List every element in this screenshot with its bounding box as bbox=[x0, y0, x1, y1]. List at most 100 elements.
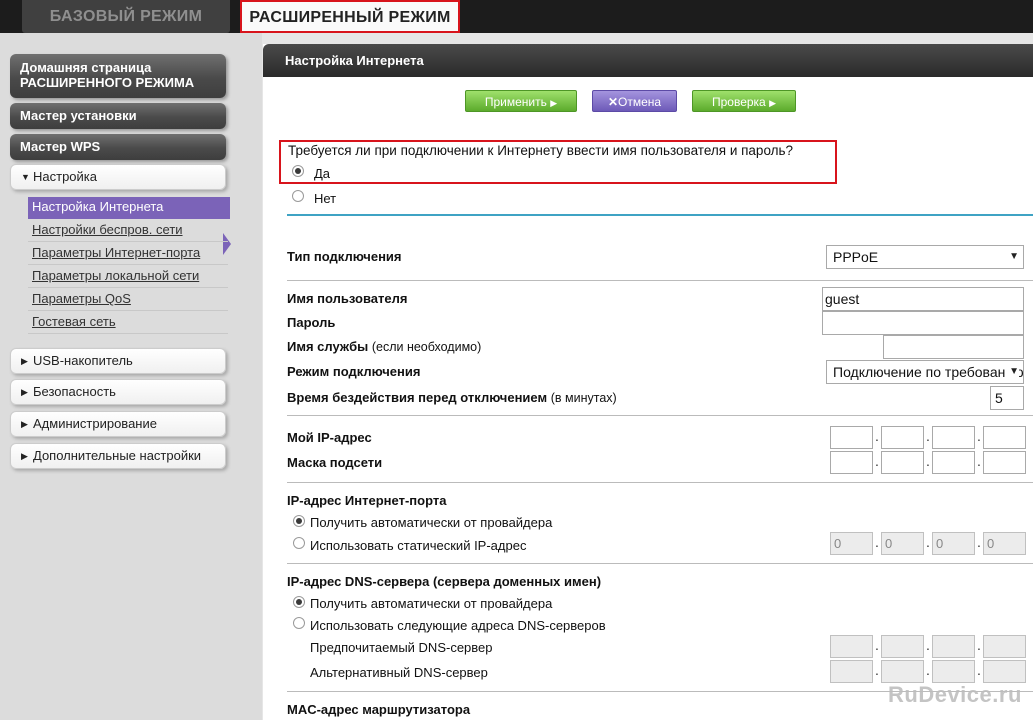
dropdown-arrow-icon: ▼ bbox=[1006, 361, 1019, 383]
cancel-button[interactable]: ✕Отмена bbox=[592, 90, 677, 112]
dot-separator: . bbox=[875, 637, 879, 653]
subnet-octet-3[interactable] bbox=[932, 451, 975, 474]
dot-separator: . bbox=[977, 453, 981, 469]
divider bbox=[287, 415, 1033, 416]
sidebar-item-guest-network[interactable]: Гостевая сеть bbox=[28, 312, 228, 334]
my-ip-octet-2[interactable] bbox=[881, 426, 924, 449]
sidebar-home-line2: РАСШИРЕННОГО РЕЖИМА bbox=[20, 75, 195, 90]
connection-mode-select[interactable]: Подключение по требованию ▼ bbox=[826, 360, 1024, 384]
radio-dns-auto[interactable] bbox=[293, 596, 305, 608]
test-label: Проверка bbox=[711, 95, 766, 109]
idle-timeout-input[interactable]: 5 bbox=[990, 386, 1024, 410]
subnet-octet-1[interactable] bbox=[830, 451, 873, 474]
sidebar-item-internet-port[interactable]: Параметры Интернет-порта bbox=[28, 243, 228, 265]
subnet-mask-label: Маска подсети bbox=[287, 455, 383, 470]
wan-ip-octet-4[interactable]: 0 bbox=[983, 532, 1026, 555]
dot-separator: . bbox=[875, 662, 879, 678]
tab-advanced-mode[interactable]: РАСШИРЕННЫЙ РЕЖИМ bbox=[240, 0, 460, 33]
sidebar-security-button[interactable]: ▶ Безопасность bbox=[10, 379, 226, 405]
divider bbox=[287, 563, 1033, 564]
test-button[interactable]: Проверка ▶ bbox=[692, 90, 796, 112]
dns-alt-octet-3[interactable] bbox=[932, 660, 975, 683]
sidebar-advanced-settings-label: Дополнительные настройки bbox=[33, 448, 202, 463]
connection-type-select[interactable]: PPPoE ▼ bbox=[826, 245, 1024, 269]
dns-primary-octet-4[interactable] bbox=[983, 635, 1026, 658]
sidebar-home-button[interactable]: Домашняя страница РАСШИРЕННОГО РЕЖИМА bbox=[10, 54, 226, 98]
subnet-octet-4[interactable] bbox=[983, 451, 1026, 474]
radio-no-label: Нет bbox=[314, 191, 337, 206]
dropdown-arrow-icon: ▼ bbox=[1006, 246, 1019, 268]
apply-button[interactable]: Применить ▶ bbox=[465, 90, 577, 112]
connection-mode-label: Режим подключения bbox=[287, 364, 421, 379]
triangle-right-icon: ▶ bbox=[21, 451, 28, 461]
service-name-text: Имя службы bbox=[287, 339, 369, 354]
dns-alt-label: Альтернативный DNS-сервер bbox=[310, 665, 488, 680]
wan-ip-auto-label: Получить автоматически от провайдера bbox=[310, 515, 553, 530]
service-name-label: Имя службы (если необходимо) bbox=[287, 339, 481, 354]
username-input[interactable]: guest bbox=[822, 287, 1024, 311]
dns-primary-label: Предпочитаемый DNS-сервер bbox=[310, 640, 493, 655]
subnet-octet-2[interactable] bbox=[881, 451, 924, 474]
sidebar-usb-label: USB-накопитель bbox=[33, 353, 133, 368]
sidebar-item-wireless-settings[interactable]: Настройки беспров. сети bbox=[28, 220, 228, 242]
sidebar-admin-label: Администрирование bbox=[33, 416, 157, 431]
password-input[interactable] bbox=[822, 311, 1024, 335]
wan-ip-octet-3[interactable]: 0 bbox=[932, 532, 975, 555]
triangle-right-icon: ▶ bbox=[21, 356, 28, 366]
triangle-right-icon: ▶ bbox=[21, 419, 28, 429]
connection-mode-value: Подключение по требованию bbox=[833, 364, 1024, 380]
dot-separator: . bbox=[977, 637, 981, 653]
dot-separator: . bbox=[926, 453, 930, 469]
dns-alt-octet-2[interactable] bbox=[881, 660, 924, 683]
my-ip-label: Мой IP-адрес bbox=[287, 430, 372, 445]
sidebar-wps-wizard-button[interactable]: Мастер WPS bbox=[10, 134, 226, 160]
divider bbox=[287, 482, 1033, 483]
triangle-right-icon: ▶ bbox=[21, 387, 28, 397]
sidebar-item-lan-settings[interactable]: Параметры локальной сети bbox=[28, 266, 228, 288]
wan-ip-octet-2[interactable]: 0 bbox=[881, 532, 924, 555]
watermark: RuDevice.ru bbox=[888, 682, 1022, 707]
sidebar-item-internet-setup[interactable]: Настройка Интернета bbox=[28, 197, 230, 219]
sidebar-setup-wizard-button[interactable]: Мастер установки bbox=[10, 103, 226, 129]
dns-primary-octet-2[interactable] bbox=[881, 635, 924, 658]
username-label: Имя пользователя bbox=[287, 291, 408, 306]
wan-ip-static-label: Использовать статический IP-адрес bbox=[310, 538, 527, 553]
idle-timeout-text: Время бездействия перед отключением bbox=[287, 390, 548, 405]
sidebar-usb-button[interactable]: ▶ USB-накопитель bbox=[10, 348, 226, 374]
page-title: Настройка Интернета bbox=[263, 44, 1033, 77]
dns-alt-octet-1[interactable] bbox=[830, 660, 873, 683]
my-ip-octet-4[interactable] bbox=[983, 426, 1026, 449]
radio-yes-label: Да bbox=[314, 166, 331, 181]
dot-separator: . bbox=[977, 428, 981, 444]
wan-ip-octet-1[interactable]: 0 bbox=[830, 532, 873, 555]
service-name-input[interactable] bbox=[883, 335, 1024, 359]
dot-separator: . bbox=[926, 534, 930, 550]
cancel-label: Отмена bbox=[618, 95, 662, 109]
play-icon: ▶ bbox=[769, 98, 776, 108]
dot-separator: . bbox=[977, 662, 981, 678]
dot-separator: . bbox=[977, 534, 981, 550]
dot-separator: . bbox=[926, 428, 930, 444]
dns-primary-octet-3[interactable] bbox=[932, 635, 975, 658]
tab-basic-mode[interactable]: БАЗОВЫЙ РЕЖИМ bbox=[22, 0, 230, 33]
dns-heading: IP-адрес DNS-сервера (сервера доменных и… bbox=[287, 574, 602, 589]
dot-separator: . bbox=[875, 534, 879, 550]
sidebar-settings-button[interactable]: ▼ Настройка bbox=[10, 164, 226, 190]
sidebar-admin-button[interactable]: ▶ Администрирование bbox=[10, 411, 226, 437]
radio-yes[interactable] bbox=[292, 165, 304, 177]
dns-alt-octet-4[interactable] bbox=[983, 660, 1026, 683]
sidebar-item-qos[interactable]: Параметры QoS bbox=[28, 289, 228, 311]
dot-separator: . bbox=[926, 637, 930, 653]
my-ip-octet-3[interactable] bbox=[932, 426, 975, 449]
login-required-question: Требуется ли при подключении к Интернету… bbox=[288, 143, 794, 158]
radio-wan-ip-static[interactable] bbox=[293, 537, 305, 549]
radio-wan-ip-auto[interactable] bbox=[293, 515, 305, 527]
sidebar: Домашняя страница РАСШИРЕННОГО РЕЖИМА Ма… bbox=[0, 33, 262, 720]
sidebar-advanced-settings-button[interactable]: ▶ Дополнительные настройки bbox=[10, 443, 226, 469]
radio-no[interactable] bbox=[292, 190, 304, 202]
apply-label: Применить bbox=[484, 95, 547, 109]
dns-primary-octet-1[interactable] bbox=[830, 635, 873, 658]
wan-ip-heading: IP-адрес Интернет-порта bbox=[287, 493, 447, 508]
my-ip-octet-1[interactable] bbox=[830, 426, 873, 449]
radio-dns-manual[interactable] bbox=[293, 617, 305, 629]
